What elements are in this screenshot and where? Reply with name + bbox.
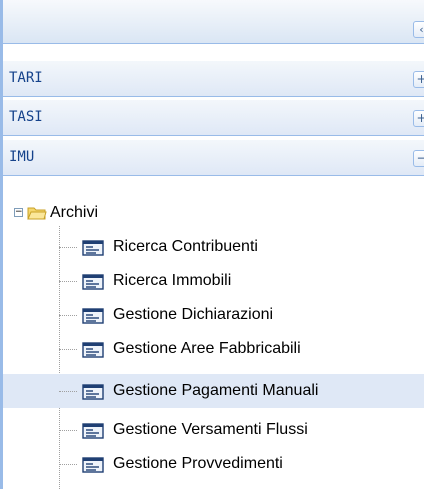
form-icon — [82, 240, 104, 256]
form-icon — [82, 342, 104, 358]
expand-icon[interactable]: + — [413, 71, 424, 88]
accordion-title: TARI — [9, 70, 43, 86]
tree-branch-line — [59, 391, 77, 392]
tree-item-ricerca-immobili[interactable]: Ricerca Immobili — [3, 264, 424, 298]
tree-branch-line — [59, 315, 77, 316]
tree-item-gestione-pagamenti-manuali[interactable]: Gestione Pagamenti Manuali — [3, 374, 424, 408]
tree-branch-line — [59, 247, 77, 248]
accordion-title: IMU — [9, 149, 35, 165]
tree-item-gestione-dichiarazioni[interactable]: Gestione Dichiarazioni — [3, 298, 424, 332]
tree-collapse-toggle-icon[interactable]: − — [14, 208, 23, 217]
tree-item-label: Gestione Versamenti Flussi — [113, 421, 308, 438]
tree-branch-line — [59, 281, 77, 282]
tree-branch-line — [59, 464, 77, 465]
tree-branch-line — [59, 349, 77, 350]
accordion-header-tasi[interactable]: TASI + — [3, 100, 424, 136]
collapse-icon[interactable]: − — [413, 150, 424, 167]
tree-item-label: Gestione Provvedimenti — [113, 455, 283, 472]
form-icon — [82, 384, 104, 400]
collapse-panel-button[interactable]: ‹ — [413, 21, 424, 38]
tree-node-archivi[interactable]: − Archivi — [3, 196, 424, 230]
accordion-header-imu[interactable]: IMU − — [3, 140, 424, 176]
tree-item-label: Gestione Dichiarazioni — [113, 306, 274, 323]
tree-item-gestione-versamenti-flussi[interactable]: Gestione Versamenti Flussi — [3, 413, 424, 447]
form-icon — [82, 423, 104, 439]
tree-branch-line — [59, 430, 77, 431]
navigation-tree: − Archivi Ricerca Contribuenti Ricerca I… — [3, 196, 424, 489]
folder-open-icon — [27, 207, 47, 220]
tree-item-label: Ricerca Contribuenti — [113, 238, 258, 255]
tree-item-ricerca-contribuenti[interactable]: Ricerca Contribuenti — [3, 230, 424, 264]
tree-item-label: Ricerca Immobili — [113, 272, 232, 289]
accordion-title: TASI — [9, 109, 43, 125]
panel-header: ‹ — [3, 0, 424, 44]
form-icon — [82, 274, 104, 290]
tree-item-label: Gestione Pagamenti Manuali — [113, 382, 319, 399]
tree-item-gestione-provvedimenti[interactable]: Gestione Provvedimenti — [3, 447, 424, 481]
form-icon — [82, 457, 104, 473]
tree-item-gestione-aree-fabbricabili[interactable]: Gestione Aree Fabbricabili — [3, 332, 424, 366]
tree-item-label: Gestione Aree Fabbricabili — [113, 340, 301, 357]
expand-icon[interactable]: + — [413, 110, 424, 127]
form-icon — [82, 308, 104, 324]
tree-node-label: Archivi — [50, 204, 99, 221]
accordion-header-tari[interactable]: TARI + — [3, 61, 424, 97]
